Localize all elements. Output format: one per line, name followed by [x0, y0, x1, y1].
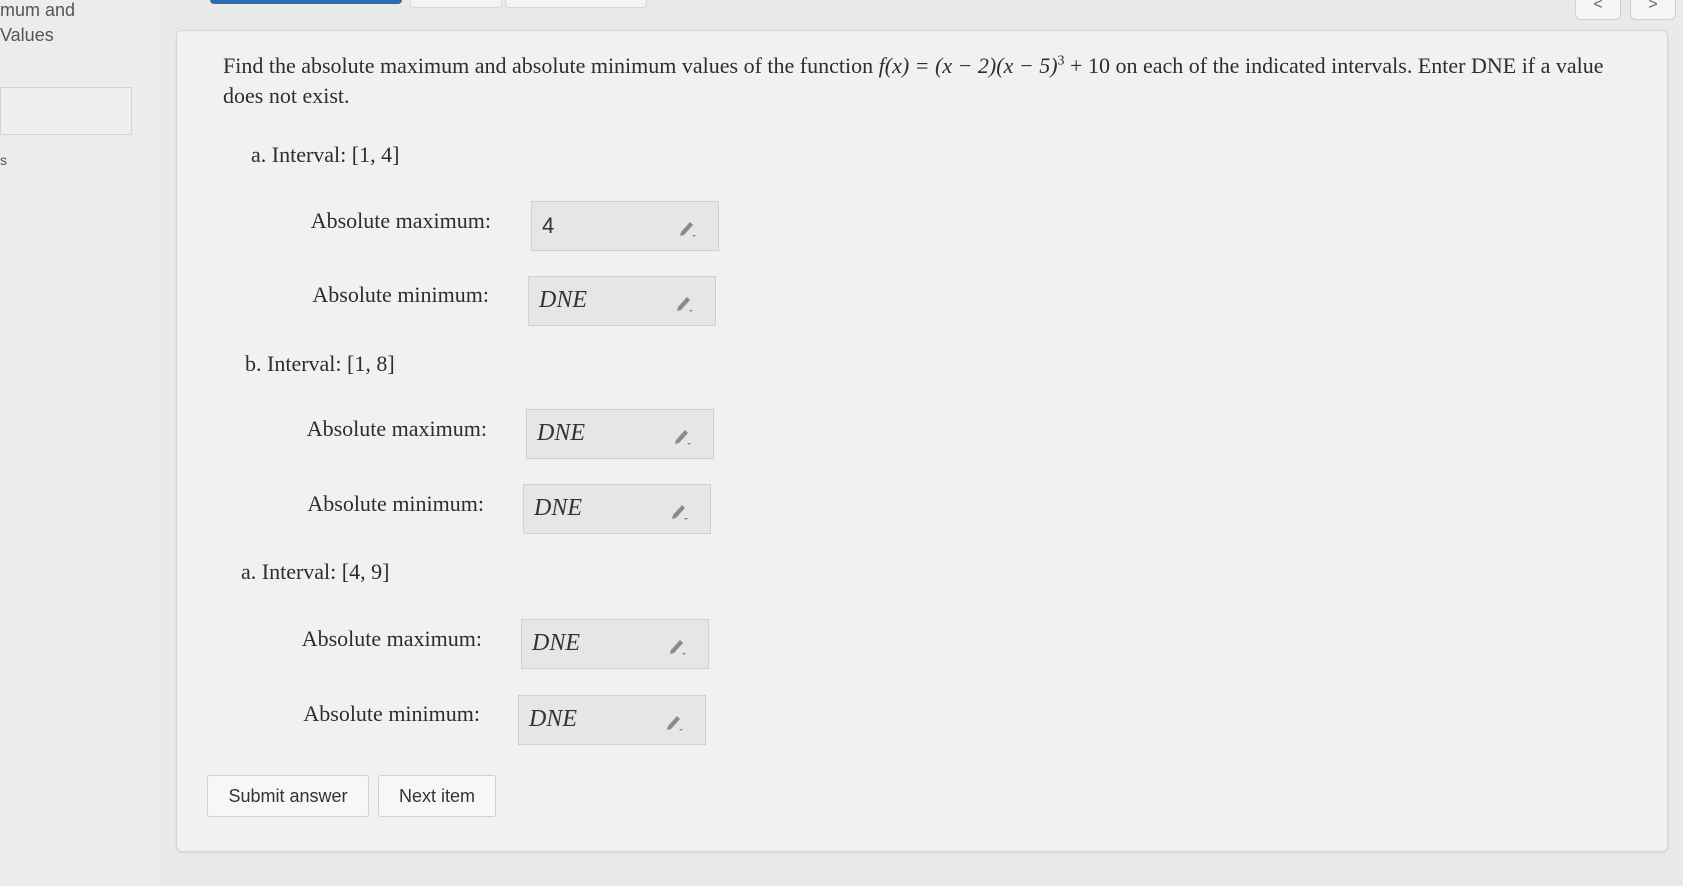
- part-a-max-value: 4: [542, 213, 555, 238]
- part-b-max-value: DNE: [537, 420, 585, 446]
- pencil-icon[interactable]: [675, 292, 697, 312]
- part-a-min-value: DNE: [539, 287, 587, 313]
- part-c-min-value: DNE: [529, 706, 577, 732]
- pencil-icon[interactable]: [673, 425, 695, 445]
- tab[interactable]: [410, 0, 502, 8]
- sidebar-title-line1: mum and: [0, 0, 76, 20]
- part-a-max-label: Absolute maximum:: [310, 208, 491, 233]
- part-b-label: b. Interval: [1, 8]: [245, 351, 395, 376]
- part-b-min-value: DNE: [534, 495, 582, 521]
- part-c-label: a. Interval: [4, 9]: [241, 559, 390, 584]
- question-text: Find the absolute maximum and absolute m…: [223, 51, 1643, 111]
- pencil-icon[interactable]: [665, 711, 687, 731]
- pencil-icon[interactable]: [668, 635, 690, 655]
- part-b-max-label: Absolute maximum:: [306, 416, 487, 441]
- sidebar-title-line2: Values: [0, 25, 54, 45]
- function-exponent: 3: [1057, 53, 1065, 69]
- part-b-max-input[interactable]: DNE: [526, 409, 714, 459]
- tab-active[interactable]: [210, 0, 402, 4]
- part-a-label: a. Interval: [1, 4]: [251, 142, 400, 167]
- part-c-max-label: Absolute maximum:: [301, 626, 482, 651]
- part-a-min-label: Absolute minimum:: [312, 282, 489, 307]
- part-b-min-input[interactable]: DNE: [523, 484, 711, 534]
- sidebar: mum and Values s: [0, 0, 160, 886]
- pencil-icon[interactable]: [670, 500, 692, 520]
- top-bar: < >: [160, 0, 1683, 20]
- function-expression: f(x) = (x − 2)(x − 5): [878, 53, 1058, 78]
- tab[interactable]: [505, 0, 647, 8]
- part-b-min-label: Absolute minimum:: [307, 491, 484, 516]
- pencil-icon[interactable]: [678, 217, 700, 237]
- question-panel: Find the absolute maximum and absolute m…: [176, 30, 1668, 852]
- sidebar-item[interactable]: s: [0, 152, 7, 168]
- question-prefix: Find the absolute maximum and absolute m…: [223, 53, 879, 78]
- next-item-button[interactable]: Next item: [378, 775, 496, 817]
- part-a-max-input[interactable]: 4: [531, 201, 719, 251]
- part-c-max-input[interactable]: DNE: [521, 619, 709, 669]
- part-c-min-label: Absolute minimum:: [303, 701, 480, 726]
- part-a-min-input[interactable]: DNE: [528, 276, 716, 326]
- part-c-max-value: DNE: [532, 630, 580, 656]
- submit-answer-button[interactable]: Submit answer: [207, 775, 369, 817]
- next-button[interactable]: >: [1630, 0, 1676, 20]
- part-c-min-input[interactable]: DNE: [518, 695, 706, 745]
- sidebar-box[interactable]: [0, 87, 132, 135]
- prev-button[interactable]: <: [1575, 0, 1621, 20]
- function-tail: + 10: [1064, 53, 1110, 78]
